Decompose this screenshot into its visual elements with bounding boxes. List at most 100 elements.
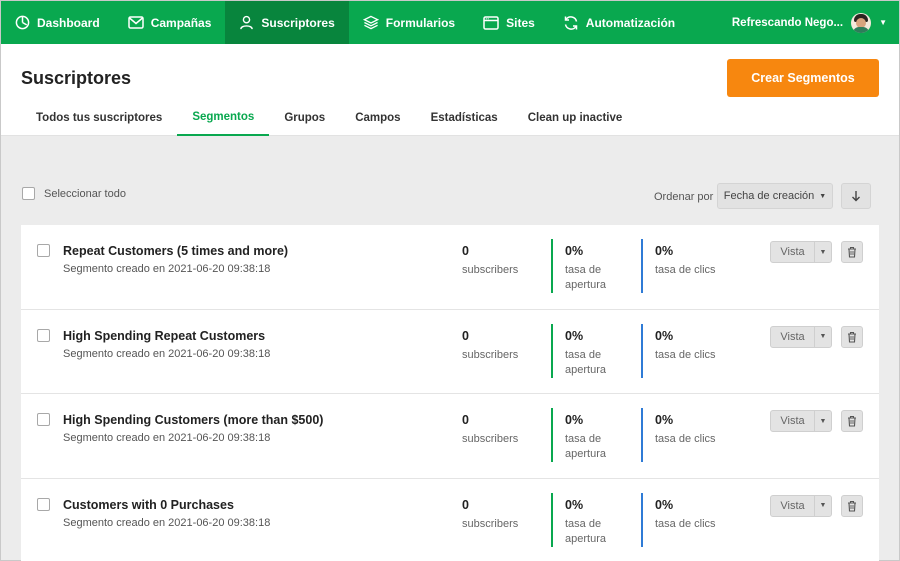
subscribers-label: subscribers — [462, 264, 519, 276]
open-rate-label: tasa de apertura — [565, 433, 606, 460]
view-button[interactable]: Vista — [771, 495, 815, 516]
subscriber-tabs: Todos tus suscriptores Segmentos Grupos … — [21, 100, 637, 136]
dashboard-icon — [15, 15, 30, 30]
segment-created-date: Segmento creado en 2021-06-20 09:38:18 — [63, 263, 271, 275]
view-dropdown-toggle[interactable]: ▼ — [815, 411, 831, 431]
click-rate-value: 0% — [655, 244, 674, 258]
subscribers-label: subscribers — [462, 433, 519, 445]
segment-row: High Spending Customers (more than $500)… — [21, 394, 879, 479]
nav-item-dashboard[interactable]: Dashboard — [1, 1, 114, 44]
caret-down-icon: ▼ — [819, 192, 827, 200]
view-button-group: Vista ▼ — [770, 325, 832, 348]
view-dropdown-toggle[interactable]: ▼ — [815, 242, 831, 262]
stat-open-rate: 0% tasa de apertura — [551, 239, 637, 293]
caret-down-icon: ▼ — [819, 417, 827, 425]
stat-subscribers: 0 subscribers — [450, 493, 534, 547]
sort-direction-button[interactable] — [841, 183, 871, 209]
subscribers-count: 0 — [462, 497, 469, 512]
open-rate-value: 0% — [565, 413, 584, 427]
segment-row: High Spending Repeat Customers Segmento … — [21, 309, 879, 394]
row-checkbox[interactable] — [37, 328, 50, 342]
create-segment-button[interactable]: Crear Segmentos — [727, 59, 879, 97]
page-header: Suscriptores Crear Segmentos Todos tus s… — [1, 44, 899, 136]
avatar — [851, 12, 872, 33]
open-rate-value: 0% — [565, 328, 584, 343]
trash-icon — [848, 500, 856, 512]
nav-item-automatizacion[interactable]: Automatización — [549, 1, 689, 44]
stat-open-rate: 0% tasa de apertura — [551, 492, 637, 547]
select-all[interactable]: Seleccionar todo — [22, 187, 126, 200]
click-rate-value: 0% — [655, 413, 674, 427]
account-name: Refrescando Nego... — [731, 16, 844, 29]
nav-label: Sites — [506, 15, 535, 30]
delete-button[interactable] — [841, 241, 863, 263]
subscribers-count: 0 — [462, 244, 469, 258]
sort-label: Ordenar por — [654, 191, 714, 203]
subscribers-label: subscribers — [462, 348, 519, 361]
nav-item-suscriptores[interactable]: Suscriptores — [225, 1, 349, 44]
click-rate-value: 0% — [655, 328, 674, 343]
view-button-group: Vista ▼ — [770, 494, 832, 517]
view-dropdown-toggle[interactable]: ▼ — [815, 327, 831, 347]
click-rate-label: tasa de clics — [655, 517, 716, 530]
arrow-down-icon — [852, 191, 860, 202]
open-rate-value: 0% — [565, 497, 584, 512]
open-rate-label: tasa de apertura — [565, 264, 606, 291]
segment-created-date: Segmento creado en 2021-06-20 09:38:18 — [63, 347, 271, 360]
sort-dropdown[interactable]: Fecha de creación ▼ — [717, 183, 833, 209]
caret-down-icon: ▼ — [819, 248, 827, 256]
tab-all-subscribers[interactable]: Todos tus suscriptores — [21, 100, 177, 136]
view-dropdown-toggle[interactable]: ▼ — [815, 496, 831, 516]
nav-item-campanas[interactable]: Campañas — [114, 1, 226, 44]
segment-created-date: Segmento creado en 2021-06-20 09:38:18 — [63, 432, 271, 444]
stat-open-rate: 0% tasa de apertura — [551, 323, 637, 378]
trash-icon — [848, 415, 856, 427]
row-checkbox[interactable] — [37, 244, 50, 257]
nav-item-formularios[interactable]: Formularios — [349, 1, 469, 44]
tab-clean-up-inactive[interactable]: Clean up inactive — [513, 100, 638, 136]
click-rate-value: 0% — [655, 497, 674, 512]
tab-fields[interactable]: Campos — [340, 100, 415, 136]
page-title: Suscriptores — [21, 68, 132, 88]
stat-click-rate: 0% tasa de clics — [641, 492, 727, 547]
stat-click-rate: 0% tasa de clics — [641, 323, 727, 378]
nav-label: Automatización — [585, 15, 676, 30]
segment-name[interactable]: High Spending Customers (more than $500) — [63, 413, 323, 427]
stat-open-rate: 0% tasa de apertura — [551, 408, 637, 462]
open-rate-label: tasa de apertura — [565, 348, 606, 376]
delete-button[interactable] — [841, 325, 863, 348]
segment-name[interactable]: High Spending Repeat Customers — [63, 329, 265, 343]
click-rate-label: tasa de clics — [655, 264, 716, 276]
view-button[interactable]: Vista — [771, 411, 815, 431]
subscribers-label: subscribers — [462, 517, 519, 530]
stat-click-rate: 0% tasa de clics — [641, 239, 727, 293]
open-rate-value: 0% — [565, 244, 584, 258]
account-menu[interactable]: Refrescando Nego... ▼ — [731, 12, 899, 33]
row-checkbox[interactable] — [37, 413, 50, 426]
browser-icon — [483, 15, 499, 30]
mail-icon — [127, 16, 144, 29]
segment-name[interactable]: Customers with 0 Purchases — [63, 498, 234, 512]
trash-icon — [848, 331, 856, 343]
delete-button[interactable] — [841, 410, 863, 432]
tab-segments[interactable]: Segmentos — [177, 100, 270, 136]
select-all-checkbox[interactable] — [22, 187, 35, 200]
caret-down-icon: ▼ — [819, 333, 827, 340]
delete-button[interactable] — [841, 494, 863, 517]
nav-item-sites[interactable]: Sites — [469, 1, 549, 44]
view-button[interactable]: Vista — [771, 326, 815, 347]
stat-click-rate: 0% tasa de clics — [641, 408, 727, 462]
user-icon — [240, 15, 254, 30]
view-button-group: Vista ▼ — [770, 241, 832, 263]
segment-name[interactable]: Repeat Customers (5 times and more) — [63, 244, 288, 258]
stat-subscribers: 0 subscribers — [450, 324, 534, 378]
row-checkbox[interactable] — [37, 497, 50, 511]
open-rate-label: tasa de apertura — [565, 517, 606, 545]
segment-created-date: Segmento creado en 2021-06-20 09:38:18 — [63, 516, 271, 529]
subscribers-count: 0 — [462, 328, 469, 343]
select-all-label: Seleccionar todo — [44, 187, 126, 200]
tab-statistics[interactable]: Estadísticas — [416, 100, 513, 136]
tab-groups[interactable]: Grupos — [269, 100, 340, 136]
view-button[interactable]: Vista — [771, 242, 815, 262]
segment-row: Customers with 0 Purchases Segmento crea… — [21, 478, 879, 561]
